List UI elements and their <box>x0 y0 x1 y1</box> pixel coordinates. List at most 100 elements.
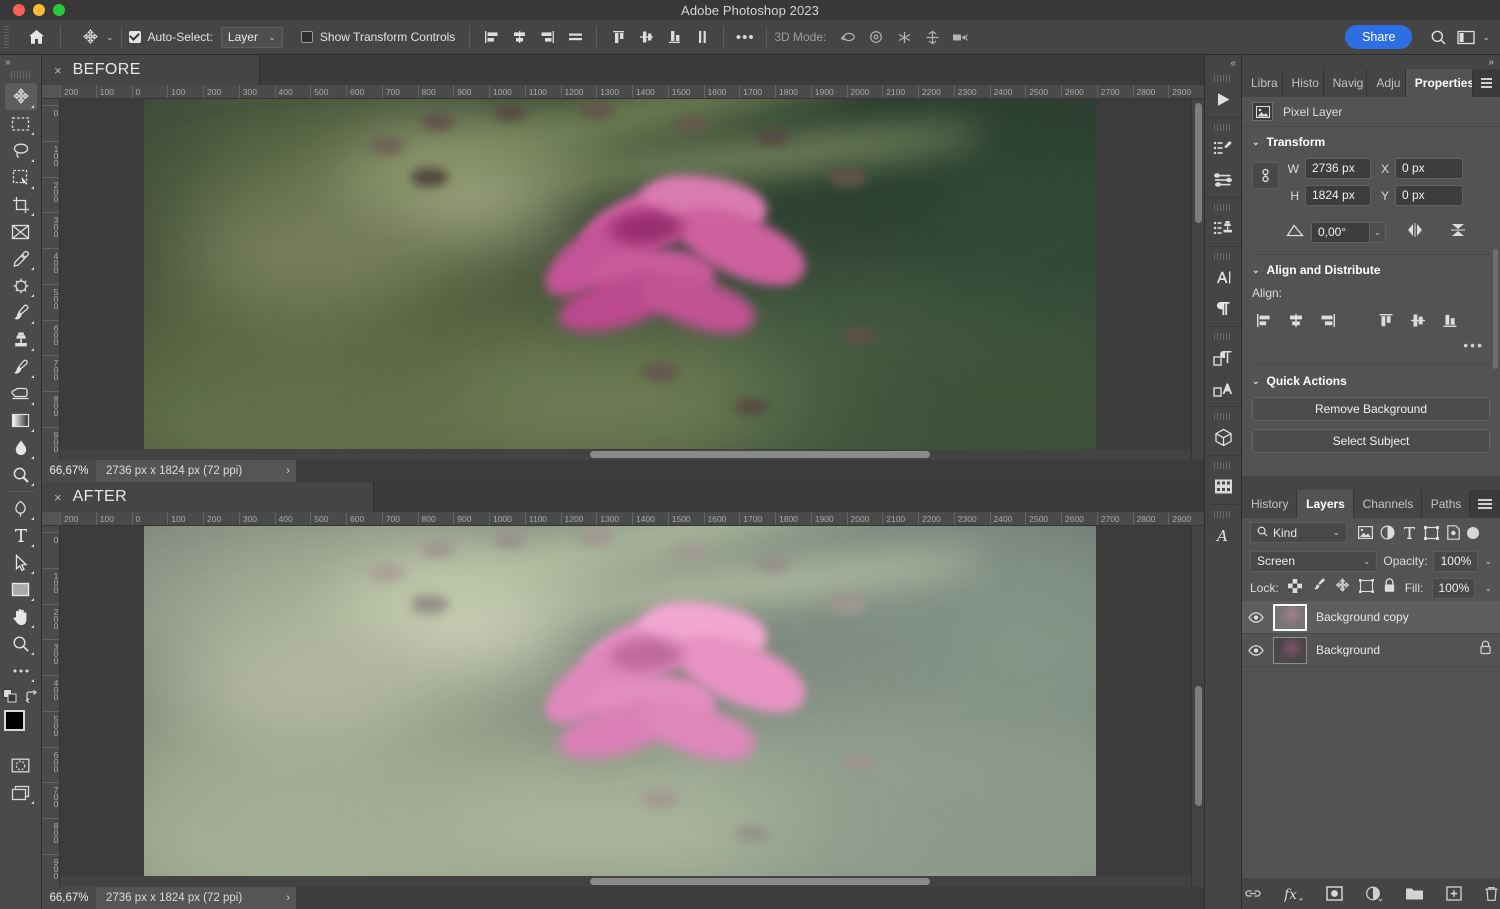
auto-select-scope-dropdown[interactable]: Layer ⌄ <box>221 27 283 48</box>
document-info-before[interactable]: 2736 px x 1824 px (72 ppi) › <box>96 460 296 482</box>
transform-section-header[interactable]: ⌄ Transform <box>1252 135 1490 149</box>
dock-grip[interactable] <box>1214 462 1232 469</box>
new-layer-icon[interactable] <box>1446 886 1462 901</box>
lock-image-pixels-icon[interactable] <box>1311 578 1326 598</box>
actions-play-icon[interactable] <box>1207 84 1239 115</box>
tab-channels[interactable]: Channels <box>1354 490 1422 518</box>
home-icon[interactable] <box>19 24 53 50</box>
clone-source-icon[interactable] <box>1207 213 1239 244</box>
flip-vertical-icon[interactable] <box>1449 221 1467 244</box>
object-selection-tool[interactable] <box>5 164 37 191</box>
image-canvas-before[interactable] <box>144 99 1096 460</box>
width-input[interactable]: 2736 px <box>1305 158 1371 179</box>
filter-type-icon[interactable] <box>1398 522 1420 544</box>
scrollbar-thumb[interactable] <box>1195 686 1202 806</box>
document-info-chevron-icon[interactable]: › <box>286 887 290 909</box>
crop-tool[interactable] <box>5 191 37 218</box>
zoom-level-before[interactable]: 66,67% <box>42 460 96 482</box>
dock-grip[interactable] <box>1214 75 1232 82</box>
screen-mode-icon[interactable] <box>5 779 37 806</box>
new-group-icon[interactable] <box>1405 886 1424 901</box>
select-subject-button[interactable]: Select Subject <box>1252 429 1490 453</box>
gradient-tool[interactable] <box>5 407 37 434</box>
dock-collapse-button[interactable]: « <box>1205 55 1241 71</box>
quick-actions-header[interactable]: ⌄ Quick Actions <box>1252 374 1490 388</box>
slide-3d-icon[interactable] <box>918 24 946 50</box>
scrollbar-thumb[interactable] <box>1195 103 1202 223</box>
vertical-scrollbar-before[interactable] <box>1191 99 1204 460</box>
type-tool[interactable] <box>5 522 37 549</box>
history-brush-tool[interactable] <box>5 353 37 380</box>
vertical-ruler-before[interactable]: 01002003004005006007008009001 <box>42 99 60 460</box>
horizontal-scrollbar-before[interactable] <box>60 449 1191 460</box>
options-bar-grip[interactable] <box>2 26 11 48</box>
vertical-scrollbar-after[interactable] <box>1191 526 1204 887</box>
edit-toolbar-button[interactable] <box>5 657 37 684</box>
align-horizontal-center-icon[interactable] <box>1284 309 1308 331</box>
eye-icon[interactable] <box>1248 645 1264 656</box>
show-transform-checkbox[interactable] <box>301 31 313 43</box>
flip-horizontal-icon[interactable] <box>1405 222 1425 243</box>
close-icon[interactable]: × <box>54 64 62 77</box>
vertical-ruler-after[interactable]: 01002003004005006007008009001 <box>42 526 60 887</box>
tab-properties[interactable]: Properties <box>1406 69 1473 97</box>
path-selection-tool[interactable] <box>5 549 37 576</box>
workspace-icon[interactable] <box>1452 24 1480 50</box>
distribute-horizontal-icon[interactable] <box>561 24 589 50</box>
align-vertical-center-icon[interactable] <box>1406 309 1430 331</box>
quick-mask-icon[interactable] <box>5 752 37 779</box>
eraser-tool[interactable] <box>5 380 37 407</box>
dodge-tool[interactable] <box>5 461 37 488</box>
eye-icon[interactable] <box>1248 612 1264 623</box>
align-vertical-center-icon[interactable] <box>632 24 660 50</box>
character-styles-icon[interactable] <box>1207 342 1239 373</box>
horizontal-ruler-before[interactable]: 2001000100200300400500600700800900100011… <box>42 85 1204 99</box>
align-top-icon[interactable] <box>1374 309 1398 331</box>
show-transform-control[interactable]: Show Transform Controls <box>301 30 455 44</box>
pen-tool[interactable] <box>5 495 37 522</box>
lock-transparent-pixels-icon[interactable] <box>1288 579 1302 598</box>
rectangle-tool[interactable] <box>5 576 37 603</box>
toolbar-collapse-button[interactable]: » <box>0 55 41 70</box>
roll-3d-icon[interactable] <box>862 24 890 50</box>
y-input[interactable]: 0 px <box>1395 185 1463 206</box>
brush-settings-icon[interactable] <box>1207 164 1239 195</box>
document-info-chevron-icon[interactable]: › <box>286 460 290 482</box>
tab-libraries[interactable]: Libra <box>1242 69 1283 97</box>
layer-row-background-copy[interactable]: Background copy <box>1242 601 1500 634</box>
document-info-after[interactable]: 2736 px x 1824 px (72 ppi) › <box>96 887 296 909</box>
chevron-down-icon[interactable]: ⌄ <box>1252 265 1260 276</box>
opacity-chevron-down-icon[interactable]: ⌄ <box>1484 556 1492 567</box>
image-canvas-after[interactable] <box>144 526 1096 887</box>
eyedropper-tool[interactable] <box>5 245 37 272</box>
align-right-icon[interactable] <box>1316 309 1340 331</box>
clone-stamp-tool[interactable] <box>5 326 37 353</box>
default-colors-icon[interactable] <box>3 689 18 708</box>
lasso-tool[interactable] <box>5 137 37 164</box>
auto-select-control[interactable]: Auto-Select: <box>129 30 213 44</box>
opacity-input[interactable]: 100% <box>1433 551 1478 572</box>
align-bottom-icon[interactable] <box>1438 309 1462 331</box>
align-right-icon[interactable] <box>533 24 561 50</box>
tab-adjustments[interactable]: Adju <box>1367 69 1405 97</box>
spot-healing-brush-tool[interactable] <box>5 272 37 299</box>
height-input[interactable]: 1824 px <box>1305 185 1371 206</box>
blur-tool[interactable] <box>5 434 37 461</box>
brushes-icon[interactable] <box>1207 133 1239 164</box>
color-swatches[interactable] <box>4 710 38 744</box>
layer-thumbnail[interactable] <box>1273 604 1307 631</box>
delete-layer-icon[interactable] <box>1484 886 1499 902</box>
zoom-tool[interactable] <box>5 630 37 657</box>
scrollbar-thumb[interactable] <box>590 451 930 458</box>
paragraph-styles-icon[interactable] <box>1207 373 1239 404</box>
blend-mode-dropdown[interactable]: Screen ⌄ <box>1250 551 1377 572</box>
lock-icon[interactable] <box>1479 640 1492 660</box>
brush-tool[interactable] <box>5 299 37 326</box>
canvas-view-after[interactable] <box>60 526 1204 887</box>
document-tab-after[interactable]: × AFTER <box>42 482 374 512</box>
toolbar-grip[interactable] <box>11 71 31 79</box>
swap-colors-icon[interactable] <box>25 690 39 708</box>
document-tab-before[interactable]: × BEFORE <box>42 55 260 85</box>
properties-panel-scrollbar[interactable] <box>1493 249 1498 369</box>
x-input[interactable]: 0 px <box>1395 158 1463 179</box>
